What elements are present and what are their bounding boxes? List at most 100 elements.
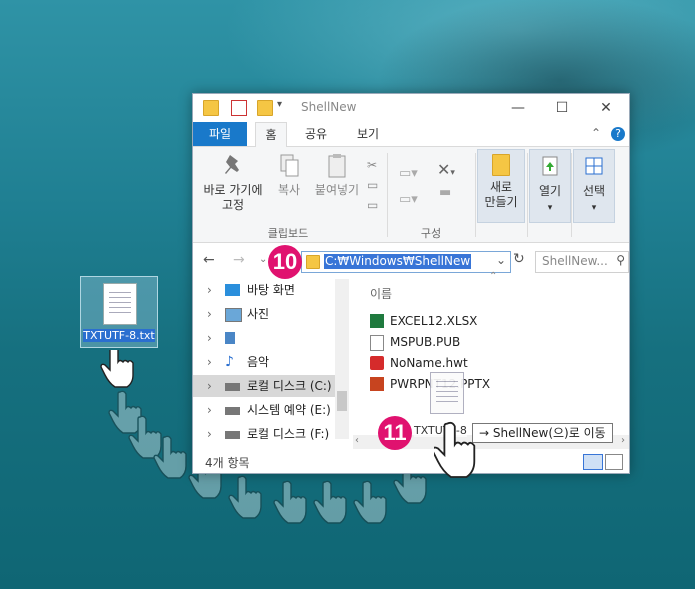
new-item-label: 새로 만들기 bbox=[484, 180, 518, 209]
organize-group-label: 구성 bbox=[420, 227, 442, 240]
copy-icon bbox=[280, 154, 299, 177]
new-item-button[interactable]: 새로 만들기 bbox=[477, 149, 525, 223]
large-icons-view-icon[interactable] bbox=[605, 454, 623, 470]
nav-scroll-thumb[interactable] bbox=[337, 391, 347, 411]
address-dropdown-icon[interactable]: ⌄ bbox=[496, 253, 506, 267]
clipboard-icon bbox=[328, 154, 346, 178]
pin-label: 바로 가기에 고정 bbox=[203, 183, 263, 212]
back-arrow-icon[interactable]: ← bbox=[203, 252, 215, 268]
tab-share[interactable]: 공유 bbox=[301, 122, 331, 146]
nav-item-pictures[interactable]: › 사진 bbox=[193, 303, 335, 325]
clipboard-group-label: 클립보드 bbox=[267, 227, 309, 240]
status-bar-count: 4개 항목 bbox=[205, 456, 250, 470]
move-to-icon[interactable]: ▭▾ ▭▾ bbox=[399, 161, 418, 213]
desktop-icon bbox=[225, 284, 240, 296]
address-folder-icon bbox=[306, 255, 320, 269]
title-bar: ▾ ShellNew — ☐ ✕ bbox=[193, 94, 629, 122]
minimize-button[interactable]: — bbox=[496, 96, 540, 120]
excel-file-icon bbox=[370, 314, 384, 328]
tab-view[interactable]: 보기 bbox=[353, 122, 383, 146]
paste-label: 붙여넣기 bbox=[314, 183, 360, 197]
tab-file[interactable]: 파일 bbox=[193, 122, 247, 146]
scroll-right-icon[interactable]: › bbox=[621, 435, 625, 446]
tab-home[interactable]: 홈 bbox=[255, 122, 287, 148]
close-button[interactable]: ✕ bbox=[584, 96, 628, 120]
open-label: 열기 bbox=[538, 184, 562, 198]
column-header-name[interactable]: 이름 bbox=[370, 285, 392, 302]
nav-label: 바탕 화면 bbox=[247, 283, 295, 297]
quick-access-dropdown-icon[interactable]: ▾ bbox=[277, 99, 282, 110]
pin-icon bbox=[225, 155, 239, 174]
window-title: ShellNew bbox=[301, 100, 357, 114]
hand-cursor-icon bbox=[100, 350, 134, 388]
forward-arrow-icon[interactable]: → bbox=[233, 252, 245, 268]
nav-item-desktop[interactable]: › 바탕 화면 bbox=[193, 279, 335, 301]
paste-button[interactable]: 붙여넣기 bbox=[311, 153, 363, 198]
file-name: MSPUB.PUB bbox=[390, 335, 461, 349]
nav-item-system-reserved-e[interactable]: › 시스템 예약 (E:) bbox=[193, 399, 335, 421]
copy-button[interactable]: 복사 bbox=[271, 153, 307, 198]
rename-icon[interactable]: ▬ bbox=[439, 185, 451, 200]
scroll-left-icon[interactable]: ‹ bbox=[355, 435, 359, 446]
nav-scrollbar[interactable] bbox=[335, 279, 349, 439]
cut-icon[interactable]: ✂ ▭ ▭ bbox=[367, 155, 378, 215]
open-button[interactable]: 열기 ▾ bbox=[529, 149, 571, 223]
nav-item-music[interactable]: › ♪ 음악 bbox=[193, 351, 335, 373]
delete-icon[interactable]: ✕▾ bbox=[437, 157, 455, 186]
details-view-icon[interactable] bbox=[583, 454, 603, 470]
copy-label: 복사 bbox=[277, 183, 301, 197]
drive-icon bbox=[225, 332, 235, 344]
new-folder-icon[interactable] bbox=[257, 100, 273, 116]
explorer-window: ▾ ShellNew — ☐ ✕ 파일 홈 공유 보기 ⌃ ? 바로 가기에 고… bbox=[192, 93, 630, 474]
ribbon-collapse-icon[interactable]: ⌃ bbox=[591, 126, 601, 140]
file-name: EXCEL12.XLSX bbox=[390, 314, 478, 328]
folder-icon bbox=[203, 100, 219, 116]
pin-quick-access-button[interactable]: 바로 가기에 고정 bbox=[199, 153, 267, 213]
nav-label: 사진 bbox=[247, 307, 270, 321]
search-input[interactable]: ShellNew... ⚲ bbox=[535, 251, 629, 273]
search-placeholder: ShellNew... bbox=[542, 254, 608, 268]
new-folder-large-icon bbox=[492, 154, 510, 176]
move-tooltip: → ShellNew(으)로 이동 bbox=[472, 423, 613, 443]
refresh-icon[interactable]: ↻ bbox=[513, 251, 525, 267]
hand-cursor-drop-icon bbox=[434, 421, 476, 478]
nav-label: 시스템 예약 (E:) bbox=[247, 403, 331, 417]
file-name: NoName.hwt bbox=[390, 356, 468, 370]
address-bar[interactable]: C:₩Windows₩ShellNew ⌄ bbox=[301, 251, 511, 273]
desktop-file-icon[interactable]: TXTUTF-8.txt bbox=[80, 276, 158, 348]
maximize-button[interactable]: ☐ bbox=[540, 96, 584, 120]
pictures-icon bbox=[225, 308, 242, 322]
sort-arrow-icon: ⌃ bbox=[489, 271, 498, 282]
properties-icon[interactable] bbox=[231, 100, 247, 116]
step-badge-11: 11 bbox=[378, 416, 412, 450]
step-badge-10: 10 bbox=[268, 245, 302, 279]
ribbon-tabs: 파일 홈 공유 보기 ⌃ ? bbox=[193, 122, 629, 148]
desktop-file-label: TXTUTF-8.txt bbox=[83, 329, 155, 342]
disk-icon bbox=[225, 431, 240, 439]
nav-label: 로컬 디스크 (F:) bbox=[247, 427, 330, 441]
select-button[interactable]: 선택 ▾ bbox=[573, 149, 615, 223]
disk-icon bbox=[225, 383, 240, 391]
select-label: 선택 bbox=[582, 184, 606, 198]
address-path[interactable]: C:₩Windows₩ShellNew bbox=[324, 254, 472, 269]
nav-label: 로컬 디스크 (C:) bbox=[247, 379, 332, 393]
publisher-file-icon bbox=[370, 335, 384, 351]
navigation-pane: › 바탕 화면 › 사진 › › ♪ 음악 › 로컬 디스크 (C:) › 시스템 예약 (… bbox=[193, 279, 350, 449]
help-icon[interactable]: ? bbox=[611, 127, 625, 141]
nav-item-local-disk-c[interactable]: › 로컬 디스크 (C:) bbox=[193, 375, 335, 397]
drag-ghost-file-icon bbox=[430, 372, 464, 414]
hwp-file-icon bbox=[370, 356, 384, 370]
text-file-icon bbox=[103, 283, 137, 325]
address-row: ← → ⌄ C:₩Windows₩ShellNew ⌄ ↻ ShellNew..… bbox=[193, 246, 629, 276]
search-icon: ⚲ bbox=[616, 253, 625, 267]
nav-item-local-disk-f[interactable]: › 로컬 디스크 (F:) bbox=[193, 423, 335, 445]
powerpoint-file-icon bbox=[370, 377, 384, 391]
nav-label: 음악 bbox=[247, 355, 270, 369]
open-icon bbox=[542, 156, 558, 176]
ribbon: 바로 가기에 고정 복사 붙여넣기 ✂ ▭ ▭ 클립보드 ▭▾ ▭▾ ✕▾ ▬ 구성 … bbox=[193, 147, 629, 243]
music-icon: ♪ bbox=[225, 354, 234, 370]
nav-item-unnamed[interactable]: › bbox=[193, 327, 335, 349]
recent-dropdown-icon[interactable]: ⌄ bbox=[259, 254, 267, 265]
select-grid-icon bbox=[585, 157, 603, 175]
disk-icon bbox=[225, 407, 240, 415]
